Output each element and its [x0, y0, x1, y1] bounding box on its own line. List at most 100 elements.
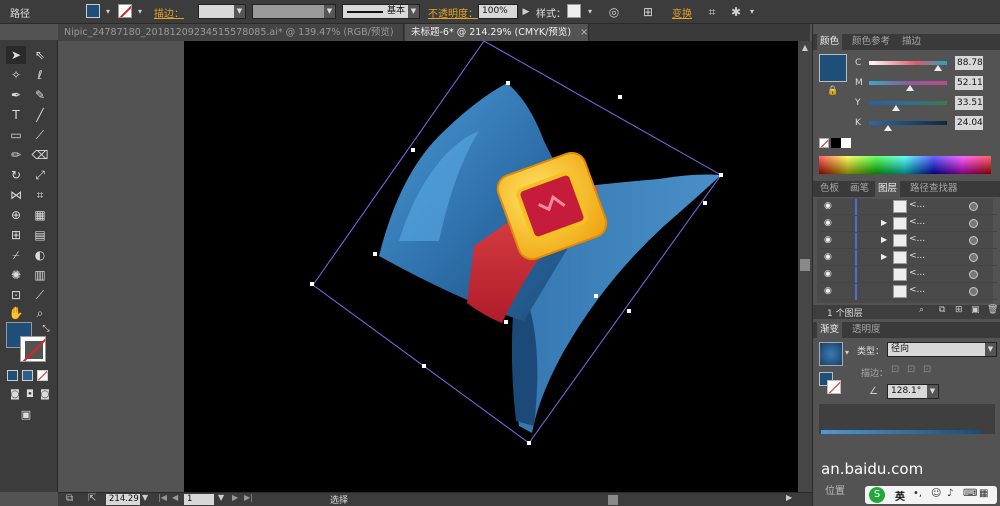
pen-tool-icon[interactable]: ✒ [6, 86, 26, 104]
new-layer-icon[interactable]: ▣ [971, 305, 980, 315]
ime-emoji-icon[interactable]: ☺ [931, 488, 941, 499]
panel-menu-icon[interactable]: ▾ [744, 4, 760, 20]
gradient-ramp[interactable] [821, 430, 981, 434]
stroke-weight-select[interactable]: ▼ [198, 4, 246, 19]
eye-icon[interactable]: ◉ [824, 286, 836, 297]
layer-row[interactable]: ◉ <... [821, 199, 997, 215]
color-spectrum[interactable] [819, 156, 991, 174]
next-artboard-icon[interactable]: ▶ [232, 493, 238, 502]
white-swatch[interactable] [841, 138, 851, 148]
eye-icon[interactable]: ◉ [824, 235, 836, 246]
tab-transparency[interactable]: 透明度 [849, 322, 884, 338]
layer-row[interactable]: ◉ <... [821, 267, 997, 283]
canvas-area[interactable] [58, 41, 798, 492]
stroke-swatch[interactable] [118, 4, 132, 18]
target-icon[interactable] [969, 253, 978, 262]
close-icon[interactable]: × [403, 27, 404, 38]
tab-gradient[interactable]: 渐变 [817, 322, 843, 338]
recolor-icon[interactable]: ◎ [606, 4, 622, 20]
stroke-option-icon[interactable]: ⊡ [923, 364, 931, 375]
blend-tool-icon[interactable]: ◐ [30, 246, 50, 264]
target-icon[interactable] [969, 219, 978, 228]
scale-tool-icon[interactable]: ⤢ [30, 166, 50, 184]
slider-track[interactable] [869, 101, 947, 105]
layer-row[interactable]: ◉ ▶ <... [821, 216, 997, 232]
align-icon[interactable]: ⊞ [640, 4, 656, 20]
free-transform-tool-icon[interactable]: ⌗ [30, 186, 50, 204]
gradient-preview[interactable] [819, 342, 843, 366]
slider-key[interactable]: K 24.04 [813, 116, 1000, 134]
zoom-dropdown-icon[interactable]: ▼ [142, 493, 148, 502]
target-icon[interactable] [969, 236, 978, 245]
tab-swatches[interactable]: 色板 [817, 181, 842, 197]
angle-input[interactable]: 128.1° ▼ [887, 384, 939, 399]
channel-value[interactable]: 88.78 [955, 56, 983, 70]
none-swatch[interactable] [819, 138, 829, 148]
slider-yellow[interactable]: Y 33.51 [813, 96, 1000, 114]
slider-track[interactable] [869, 121, 947, 125]
ime-toolbar[interactable]: S 英 •, ☺ ♪ ⌨ ▦ [865, 486, 997, 504]
slice-tool-icon[interactable]: ⟋ [30, 286, 50, 304]
tab-pathfinder[interactable]: 路径查找器 [907, 181, 961, 197]
fill-swatch[interactable] [86, 4, 100, 18]
close-icon[interactable]: × [580, 27, 588, 38]
tab-document-1[interactable]: Nipic_24787180_20181209234515578085.ai* … [58, 24, 404, 41]
ime-keyboard-icon[interactable]: ⌨ [963, 488, 977, 499]
eye-icon[interactable]: ◉ [824, 201, 836, 212]
artboard-dropdown-icon[interactable]: ▼ [218, 493, 224, 502]
first-artboard-icon[interactable]: |◀ [158, 493, 167, 502]
stroke-dropdown-icon[interactable]: ▾ [132, 4, 148, 20]
brush-select[interactable]: 基本 ▼ [342, 4, 420, 19]
width-tool-icon[interactable]: ⋈ [6, 186, 26, 204]
artboard-tool-icon[interactable]: ⊡ [6, 286, 26, 304]
fill-dropdown-icon[interactable]: ▾ [100, 4, 116, 20]
selection-tool-icon[interactable]: ➤ [6, 46, 26, 64]
eye-icon[interactable]: ◉ [824, 252, 836, 263]
screen-mode-icon[interactable]: ▣ [16, 406, 36, 424]
gradient-stroke-box[interactable] [827, 380, 841, 394]
gradient-dropdown-icon[interactable]: ▾ [845, 348, 849, 357]
line-tool-icon[interactable]: ╱ [30, 106, 50, 124]
lasso-tool-icon[interactable]: ℓ [30, 66, 50, 84]
rotate-tool-icon[interactable]: ↻ [6, 166, 26, 184]
tab-color[interactable]: 颜色 [817, 34, 843, 50]
tab-layers[interactable]: 图层 [875, 181, 901, 197]
scroll-thumb[interactable] [800, 259, 810, 271]
expand-icon[interactable]: ▶ [881, 252, 887, 261]
ime-punct-icon[interactable]: •, [913, 488, 922, 499]
target-icon[interactable] [969, 202, 978, 211]
ime-logo-icon[interactable]: S [869, 487, 885, 503]
opacity-label[interactable]: 不透明度： [428, 5, 478, 20]
pencil-tool-icon[interactable]: ✏ [6, 146, 26, 164]
magic-wand-tool-icon[interactable]: ✧ [6, 66, 26, 84]
style-swatch[interactable] [567, 4, 581, 18]
color-mode-icon[interactable] [7, 370, 18, 381]
hand-tool-icon[interactable]: ✋ [6, 304, 26, 322]
slider-knob[interactable] [883, 125, 892, 131]
gradient-slider-area[interactable] [819, 404, 995, 434]
none-mode-icon[interactable] [37, 370, 48, 381]
tab-color-guide[interactable]: 颜色参考 [849, 34, 893, 50]
vertical-scrollbar[interactable]: ▲ [798, 41, 812, 492]
symbol-sprayer-tool-icon[interactable]: ✺ [6, 266, 26, 284]
expand-icon[interactable]: ▶ [881, 218, 887, 227]
swap-colors-icon[interactable]: ⤡ [36, 320, 56, 338]
fit-icon[interactable]: ⧉ [66, 493, 73, 504]
layer-row[interactable]: ◉ ▶ <... [821, 250, 997, 266]
transform-link[interactable]: 变换 [672, 5, 692, 20]
slider-knob[interactable] [891, 105, 900, 111]
layer-row[interactable]: ◉ ▶ <... [821, 233, 997, 249]
channel-value[interactable]: 24.04 [955, 116, 983, 130]
artboard[interactable] [184, 41, 798, 492]
stroke-option-icon[interactable]: ⊡ [907, 364, 915, 375]
expand-icon[interactable]: ▶ [881, 235, 887, 244]
tab-document-2[interactable]: 未标题-6* @ 214.29% (CMYK/预览) × [405, 24, 589, 41]
graph-tool-icon[interactable]: ▥ [30, 266, 50, 284]
slider-knob[interactable] [905, 85, 914, 91]
gradient-tool-icon[interactable]: ▤ [30, 226, 50, 244]
last-artboard-icon[interactable]: ▶| [244, 493, 253, 502]
ime-menu-icon[interactable]: ▦ [979, 488, 988, 499]
shape-builder-tool-icon[interactable]: ⊕ [6, 206, 26, 224]
ime-language[interactable]: 英 [895, 488, 905, 503]
hscroll-thumb[interactable] [608, 495, 618, 505]
